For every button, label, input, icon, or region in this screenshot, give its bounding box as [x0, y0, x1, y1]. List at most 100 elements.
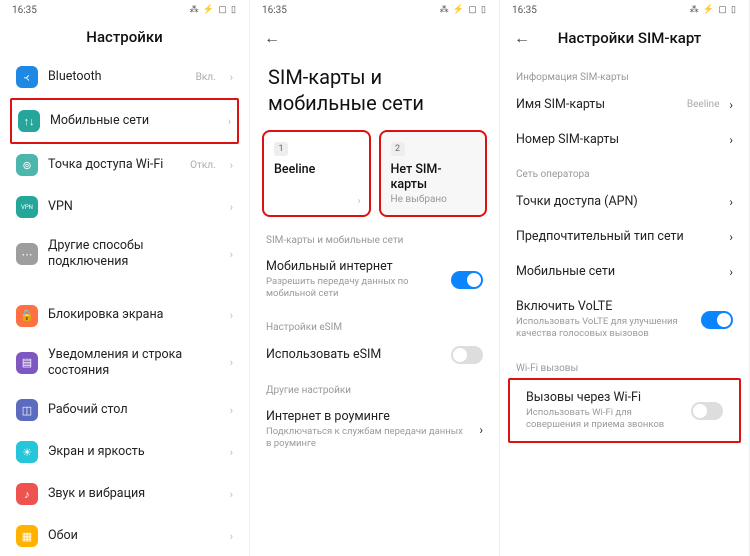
sim-slot-number: 1 [274, 142, 288, 156]
settings-row[interactable]: ↑↓ Мобильные сети › [10, 98, 239, 144]
section-label: Настройки eSIM [250, 310, 499, 337]
chevron-right-icon: › [729, 230, 733, 244]
volte-row[interactable]: Включить VoLTE Использовать VoLTE для ул… [500, 289, 749, 351]
row-label: Рабочий стол [48, 402, 220, 418]
VPN-icon: VPN [16, 196, 38, 218]
mobile-networks-row[interactable]: Мобильные сети › [500, 254, 749, 289]
chevron-right-icon: › [228, 115, 231, 128]
⊚-icon: ⊚ [16, 154, 38, 176]
row-label: VPN [48, 199, 220, 215]
🔒-icon: 🔒 [16, 305, 38, 327]
settings-row[interactable]: ◫ Рабочий стол › [10, 389, 239, 431]
section-label: Сеть оператора [500, 157, 749, 184]
chevron-right-icon: › [230, 446, 233, 459]
mobile-internet-toggle[interactable] [451, 271, 483, 289]
chevron-right-icon: › [230, 530, 233, 543]
back-button[interactable]: ← [264, 28, 282, 48]
section-label: SIM-карты и мобильные сети [250, 223, 499, 250]
chevron-right-icon: › [357, 196, 360, 207]
↑↓-icon: ↑↓ [18, 110, 40, 132]
row-label: Другие способы подключения [48, 238, 220, 271]
settings-row[interactable]: VPN VPN › [10, 186, 239, 228]
settings-row[interactable]: ▦ Обои › [10, 515, 239, 556]
☀-icon: ☀ [16, 441, 38, 463]
row-trail: Откл. [190, 160, 216, 171]
volte-toggle[interactable] [701, 311, 733, 329]
chevron-right-icon: › [230, 404, 233, 417]
sim-card-2[interactable]: 2 Нет SIM-карты Не выбрано [379, 130, 488, 217]
status-icons: ⁂ ⚡ ▢ ▯ [690, 5, 737, 15]
row-label: Мобильные сети [50, 113, 218, 129]
mobile-internet-row[interactable]: Мобильный интернет Разрешить передачу да… [250, 250, 499, 310]
network-type-row[interactable]: Предпочтительный тип сети › [500, 219, 749, 254]
sim-slot-number: 2 [391, 142, 405, 156]
sim-name-value: Beeline [687, 99, 720, 110]
⋯-icon: ⋯ [16, 243, 38, 265]
header: Настройки [0, 20, 249, 56]
section-label: Другие настройки [250, 373, 499, 400]
wifi-calls-toggle[interactable] [691, 402, 723, 420]
sim-name-row[interactable]: Имя SIM-карты Beeline › [500, 87, 749, 122]
sim-desc: Не выбрано [391, 194, 476, 205]
header: ← Настройки SIM-карт [500, 20, 749, 58]
row-trail: Вкл. [196, 72, 216, 83]
chevron-right-icon: › [230, 201, 233, 214]
settings-row[interactable]: ⋯ Другие способы подключения › [10, 228, 239, 281]
chevron-right-icon: › [729, 265, 733, 279]
apn-row[interactable]: Точки доступа (APN) › [500, 184, 749, 219]
sim-card-1[interactable]: 1 Beeline › [262, 130, 371, 217]
◫-icon: ◫ [16, 399, 38, 421]
chevron-right-icon: › [230, 488, 233, 501]
settings-row[interactable]: ⊚ Точка доступа Wi-Fi Откл. › [10, 144, 239, 186]
statusbar: 16:35 ⁂ ⚡ ▢ ▯ [250, 0, 499, 20]
row-label: Точка доступа Wi-Fi [48, 157, 180, 173]
sim-name: Нет SIM-карты [391, 162, 476, 192]
status-icons: ⁂ ⚡ ▢ ▯ [440, 5, 487, 15]
row-label: Блокировка экрана [48, 307, 220, 323]
chevron-right-icon: › [230, 248, 233, 261]
panel-sim-settings: 16:35 ⁂ ⚡ ▢ ▯ ← Настройки SIM-карт Инфор… [500, 0, 750, 556]
chevron-right-icon: › [729, 98, 733, 112]
settings-row[interactable]: 🔒 Блокировка экрана › [10, 295, 239, 337]
settings-list-2: 🔒Блокировка экрана›▤Уведомления и строка… [0, 295, 249, 556]
row-label: Звук и вибрация [48, 486, 220, 502]
panel-sim-networks: 16:35 ⁂ ⚡ ▢ ▯ ← SIM-карты и мобильные се… [250, 0, 500, 556]
sim-card-row: 1 Beeline › 2 Нет SIM-карты Не выбрано [250, 130, 499, 223]
sim-number-row[interactable]: Номер SIM-карты › [500, 122, 749, 157]
status-icons: ⁂ ⚡ ▢ ▯ [190, 5, 237, 15]
esim-toggle[interactable] [451, 346, 483, 364]
time: 16:35 [12, 5, 37, 16]
settings-row[interactable]: ▤Уведомления и строка состояния› [10, 337, 239, 390]
chevron-right-icon: › [230, 159, 233, 172]
᚜-icon: ᚜ [16, 66, 38, 88]
settings-row[interactable]: ♪ Звук и вибрация › [10, 473, 239, 515]
statusbar: 16:35 ⁂ ⚡ ▢ ▯ [0, 0, 249, 20]
page-title: Настройки [86, 28, 162, 46]
settings-list-1: ᚜ Bluetooth Вкл. › ↑↓ Мобильные сети › ⊚ Точка д… [0, 56, 249, 281]
section-label: Информация SIM-карты [500, 60, 749, 87]
chevron-right-icon: › [479, 423, 483, 437]
page-title: Настройки SIM-карт [524, 29, 735, 47]
row-label: Bluetooth [48, 69, 186, 85]
chevron-right-icon: › [230, 309, 233, 322]
wifi-calls-row[interactable]: Вызовы через Wi-Fi Использовать Wi-Fi дл… [510, 380, 739, 442]
chevron-right-icon: › [230, 356, 233, 369]
♪-icon: ♪ [16, 483, 38, 505]
▦-icon: ▦ [16, 525, 38, 547]
row-label: Экран и яркость [48, 444, 220, 460]
▤-icon: ▤ [16, 352, 38, 374]
settings-row[interactable]: ☀ Экран и яркость › [10, 431, 239, 473]
esim-row[interactable]: Использовать eSIM [250, 337, 499, 373]
roaming-row[interactable]: Интернет в роуминге Подключаться к служб… [250, 400, 499, 460]
panel-settings: 16:35 ⁂ ⚡ ▢ ▯ Настройки ᚜BluetoothВкл.›↑… [0, 0, 250, 556]
sim-name: Beeline [274, 162, 359, 177]
chevron-right-icon: › [729, 133, 733, 147]
chevron-right-icon: › [230, 71, 233, 84]
page-title: SIM-карты и мобильные сети [250, 58, 499, 130]
row-label: Обои [48, 528, 220, 544]
settings-row[interactable]: ᚜ Bluetooth Вкл. › [10, 56, 239, 98]
statusbar: 16:35 ⁂ ⚡ ▢ ▯ [500, 0, 749, 20]
time: 16:35 [512, 5, 537, 16]
section-label: Wi-Fi вызовы [500, 351, 749, 378]
header: ← [250, 20, 499, 58]
